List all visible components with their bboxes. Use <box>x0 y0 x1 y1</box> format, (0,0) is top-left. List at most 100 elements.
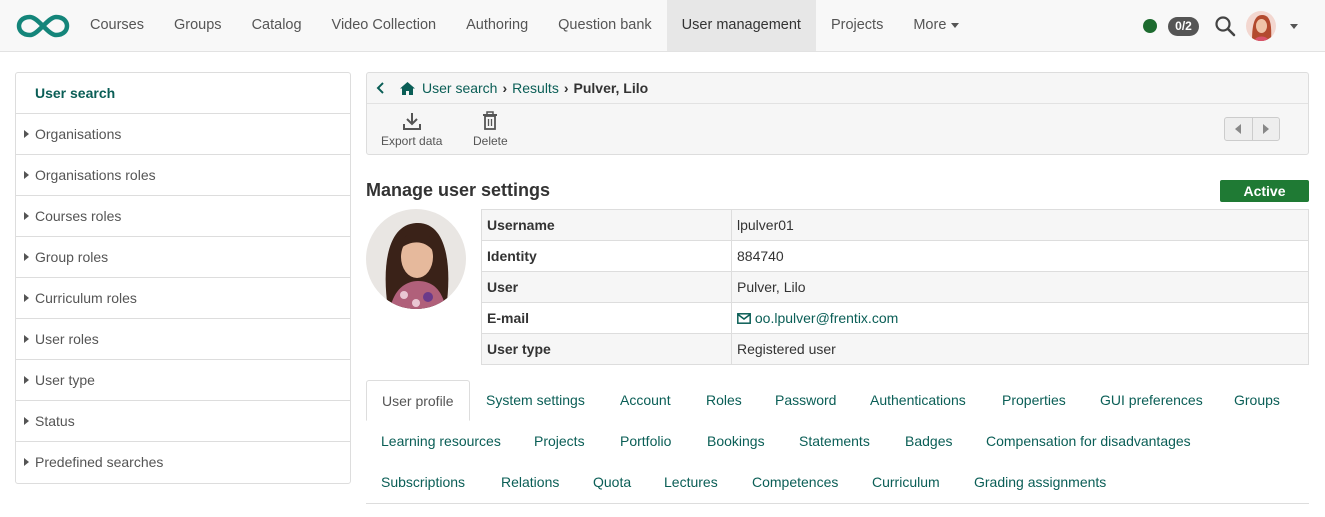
nav-user-management[interactable]: User management <box>666 0 816 51</box>
online-status-icon[interactable] <box>1143 19 1157 33</box>
tab-portfolio[interactable]: Portfolio <box>605 421 686 462</box>
download-icon <box>402 113 421 130</box>
sidebar-item-organisations[interactable]: Organisations <box>16 114 350 155</box>
export-data-button[interactable]: Export data <box>381 111 442 148</box>
tab-competences[interactable]: Competences <box>737 462 853 503</box>
delete-label: Delete <box>473 134 508 148</box>
sidebar-item-user-type[interactable]: User type <box>16 360 350 401</box>
tab-curriculum[interactable]: Curriculum <box>857 462 955 503</box>
caret-right-icon <box>24 417 29 425</box>
nav-video-collection[interactable]: Video Collection <box>317 0 452 51</box>
sidebar-item-label: Status <box>35 413 75 429</box>
status-badge: Active <box>1220 180 1309 202</box>
nav-question-bank[interactable]: Question bank <box>543 0 667 51</box>
user-info-table: Username lpulver01 Identity 884740 User … <box>481 209 1309 365</box>
nav-more-label: More <box>913 17 947 33</box>
nav-catalog[interactable]: Catalog <box>237 0 317 51</box>
table-row: Identity 884740 <box>481 240 1309 272</box>
tab-subscriptions[interactable]: Subscriptions <box>366 462 480 503</box>
breadcrumb-user-search[interactable]: User search <box>422 80 497 96</box>
envelope-icon <box>737 313 751 324</box>
email-link[interactable]: oo.lpulver@frentix.com <box>737 310 898 326</box>
nav-more[interactable]: More <box>898 0 974 51</box>
sidebar-item-curriculum-roles[interactable]: Curriculum roles <box>16 278 350 319</box>
record-pager <box>1224 117 1280 141</box>
sidebar-item-group-roles[interactable]: Group roles <box>16 237 350 278</box>
openolat-logo-icon[interactable] <box>16 13 70 39</box>
profile-photo <box>366 209 466 309</box>
previous-record-button[interactable] <box>1225 118 1253 140</box>
tab-properties[interactable]: Properties <box>987 380 1081 421</box>
tab-password[interactable]: Password <box>760 380 851 421</box>
tab-quota[interactable]: Quota <box>578 462 646 503</box>
user-menu-chevron-icon[interactable] <box>1290 24 1298 29</box>
tab-groups[interactable]: Groups <box>1219 380 1295 421</box>
main-nav: Courses Groups Catalog Video Collection … <box>75 0 974 51</box>
field-label: E-mail <box>481 302 732 334</box>
sidebar-item-user-search[interactable]: User search <box>16 73 350 114</box>
sidebar-item-courses-roles[interactable]: Courses roles <box>16 196 350 237</box>
tab-gui-preferences[interactable]: GUI preferences <box>1085 380 1218 421</box>
tab-account[interactable]: Account <box>605 380 686 421</box>
email-value: oo.lpulver@frentix.com <box>754 310 899 326</box>
tab-authentications[interactable]: Authentications <box>855 380 981 421</box>
user-settings-tabs: User profile System settings Account Rol… <box>366 380 1309 504</box>
table-row: User Pulver, Lilo <box>481 271 1309 303</box>
top-navbar: Courses Groups Catalog Video Collection … <box>0 0 1325 52</box>
caret-right-icon <box>24 335 29 343</box>
export-data-label: Export data <box>381 134 443 148</box>
sidebar-item-user-roles[interactable]: User roles <box>16 319 350 360</box>
tab-statements[interactable]: Statements <box>784 421 885 462</box>
sidebar-item-status[interactable]: Status <box>16 401 350 442</box>
tab-badges[interactable]: Badges <box>890 421 967 462</box>
breadcrumb-current: Pulver, Lilo <box>573 80 649 96</box>
caret-right-icon <box>1262 124 1269 134</box>
tab-relations[interactable]: Relations <box>486 462 574 503</box>
tab-roles[interactable]: Roles <box>691 380 757 421</box>
trash-icon <box>483 111 498 130</box>
caret-right-icon <box>24 294 29 302</box>
nav-authoring[interactable]: Authoring <box>451 0 543 51</box>
caret-right-icon <box>24 171 29 179</box>
user-type-value: Registered user <box>731 333 1309 365</box>
sidebar-item-label: Group roles <box>35 249 109 265</box>
sidebar-item-label: Courses roles <box>35 208 122 224</box>
user-value: Pulver, Lilo <box>731 271 1309 303</box>
chevron-right-icon: › <box>563 80 569 96</box>
nav-courses[interactable]: Courses <box>75 0 159 51</box>
caret-right-icon <box>24 376 29 384</box>
nav-groups[interactable]: Groups <box>159 0 237 51</box>
email-cell: oo.lpulver@frentix.com <box>731 302 1309 334</box>
tab-user-profile[interactable]: User profile <box>366 380 470 421</box>
sidebar-item-label: User search <box>35 85 116 101</box>
sidebar-item-predefined-searches[interactable]: Predefined searches <box>16 442 350 483</box>
sidebar-item-organisations-roles[interactable]: Organisations roles <box>16 155 350 196</box>
back-chevron-icon[interactable] <box>375 81 387 95</box>
delete-button[interactable]: Delete <box>473 111 508 148</box>
breadcrumb-results[interactable]: Results <box>512 80 559 96</box>
username-value: lpulver01 <box>731 209 1309 241</box>
search-icon[interactable] <box>1214 15 1236 37</box>
page-title: Manage user settings <box>366 180 551 200</box>
tab-compensation-for-disadvantages[interactable]: Compensation for disadvantages <box>971 421 1206 462</box>
user-avatar[interactable] <box>1246 11 1276 41</box>
sidebar-item-label: Organisations <box>35 126 122 142</box>
nav-projects[interactable]: Projects <box>816 0 898 51</box>
tab-projects[interactable]: Projects <box>519 421 600 462</box>
caret-right-icon <box>24 212 29 220</box>
identity-value: 884740 <box>731 240 1309 272</box>
notification-count-badge[interactable]: 0/2 <box>1168 17 1199 36</box>
field-label: User <box>481 271 732 303</box>
field-label: Username <box>481 209 732 241</box>
tab-lectures[interactable]: Lectures <box>649 462 733 503</box>
tab-system-settings[interactable]: System settings <box>471 380 600 421</box>
breadcrumb: User search › Results › Pulver, Lilo <box>367 73 1308 104</box>
tab-grading-assignments[interactable]: Grading assignments <box>959 462 1121 503</box>
home-icon[interactable] <box>399 81 416 96</box>
tab-learning-resources[interactable]: Learning resources <box>366 421 516 462</box>
tab-bookings[interactable]: Bookings <box>692 421 780 462</box>
sidebar-item-label: Curriculum roles <box>35 290 137 306</box>
sidebar-item-label: User roles <box>35 331 99 347</box>
caret-left-icon <box>1235 124 1242 134</box>
next-record-button[interactable] <box>1253 118 1280 140</box>
